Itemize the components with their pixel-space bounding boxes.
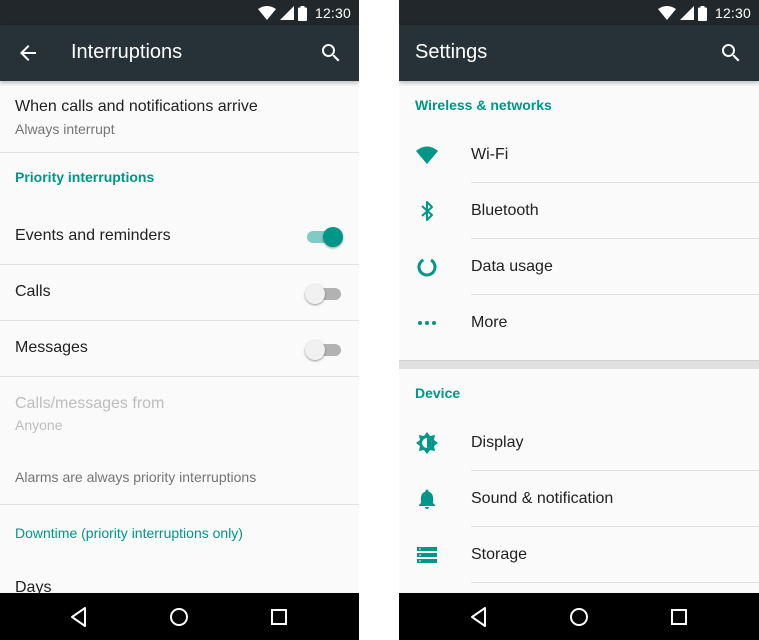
downtime-header: Downtime (priority interruptions only)	[15, 525, 243, 541]
when-arrive-subtitle: Always interrupt	[15, 121, 115, 137]
nav-back-icon[interactable]	[67, 605, 91, 629]
settings-item-storage[interactable]: Storage	[399, 527, 759, 583]
settings-list: Wireless & networks Wi-Fi Bluetooth Data…	[399, 81, 759, 593]
app-bar: Interruptions	[0, 25, 359, 81]
settings-item-wifi[interactable]: Wi-Fi	[399, 127, 759, 183]
page-title: Interruptions	[71, 41, 183, 63]
more-icon	[418, 321, 436, 325]
when-arrive-title: When calls and notifications arrive	[15, 98, 258, 115]
divider	[0, 504, 359, 505]
status-bar: 12:30	[399, 0, 759, 25]
calls-messages-from-title: Calls/messages from	[15, 395, 165, 412]
messages-preference[interactable]: Messages	[0, 321, 359, 377]
search-icon[interactable]	[319, 41, 343, 65]
page-title: Settings	[415, 41, 488, 63]
battery-icon	[697, 5, 707, 21]
device-header: Device	[415, 385, 461, 401]
settings-item-sound-notification[interactable]: Sound & notification	[399, 471, 759, 527]
calls-messages-from-preference: Calls/messages from Anyone	[0, 377, 359, 437]
app-bar: Settings	[399, 25, 759, 81]
settings-item-label: Display	[471, 434, 524, 451]
calls-preference[interactable]: Calls	[0, 265, 359, 321]
calls-messages-from-subtitle: Anyone	[15, 417, 63, 433]
settings-item-data-usage[interactable]: Data usage	[399, 239, 759, 295]
status-time: 12:30	[314, 5, 351, 21]
bluetooth-icon	[421, 201, 433, 221]
cell-signal-icon	[279, 6, 294, 20]
storage-icon	[417, 547, 437, 563]
status-bar: 12:30	[0, 0, 359, 25]
status-time: 12:30	[714, 5, 751, 21]
messages-label: Messages	[15, 339, 88, 356]
nav-home-icon[interactable]	[167, 605, 191, 629]
data-usage-icon	[417, 257, 437, 277]
navigation-bar	[399, 593, 759, 640]
when-arrive-preference[interactable]: When calls and notifications arrive Alwa…	[0, 81, 359, 152]
priority-interruptions-header: Priority interruptions	[15, 169, 155, 185]
alarms-note: Alarms are always priority interruptions	[15, 469, 257, 485]
events-reminders-label: Events and reminders	[15, 227, 171, 244]
nav-recents-icon[interactable]	[267, 605, 291, 629]
settings-item-label: More	[471, 314, 508, 331]
settings-item-label: Bluetooth	[471, 202, 539, 219]
days-preference[interactable]: Days	[0, 561, 359, 593]
calls-label: Calls	[15, 283, 51, 300]
navigation-bar	[0, 593, 359, 640]
settings-item-label: Sound & notification	[471, 490, 614, 507]
divider	[471, 582, 759, 583]
settings-item-more[interactable]: More	[399, 295, 759, 351]
days-label: Days	[15, 579, 52, 593]
wifi-icon	[416, 146, 438, 164]
calls-switch[interactable]	[305, 282, 343, 304]
events-reminders-switch[interactable]	[305, 225, 343, 247]
nav-back-icon[interactable]	[467, 605, 491, 629]
section-divider	[399, 360, 759, 369]
divider	[0, 152, 359, 153]
wifi-signal-icon	[657, 6, 676, 20]
search-icon[interactable]	[719, 41, 743, 65]
wireless-networks-header: Wireless & networks	[415, 97, 552, 113]
settings-item-bluetooth[interactable]: Bluetooth	[399, 183, 759, 239]
messages-switch[interactable]	[305, 338, 343, 360]
settings-item-display[interactable]: Display	[399, 415, 759, 471]
battery-icon	[297, 5, 307, 21]
settings-item-label: Data usage	[471, 258, 553, 275]
nav-recents-icon[interactable]	[667, 605, 691, 629]
settings-screen: 12:30 Settings Wireless & networks Wi-Fi…	[399, 0, 759, 640]
bell-icon	[419, 489, 435, 509]
interruptions-screen: 12:30 Interruptions When calls and notif…	[0, 0, 359, 640]
wifi-signal-icon	[257, 6, 276, 20]
back-arrow-icon[interactable]	[16, 41, 40, 65]
settings-item-label: Storage	[471, 546, 528, 563]
events-reminders-preference[interactable]: Events and reminders	[0, 208, 359, 264]
cell-signal-icon	[679, 6, 694, 20]
display-brightness-icon	[416, 432, 438, 454]
interruptions-list: When calls and notifications arrive Alwa…	[0, 81, 359, 593]
nav-home-icon[interactable]	[567, 605, 591, 629]
settings-item-label: Wi-Fi	[471, 146, 509, 163]
